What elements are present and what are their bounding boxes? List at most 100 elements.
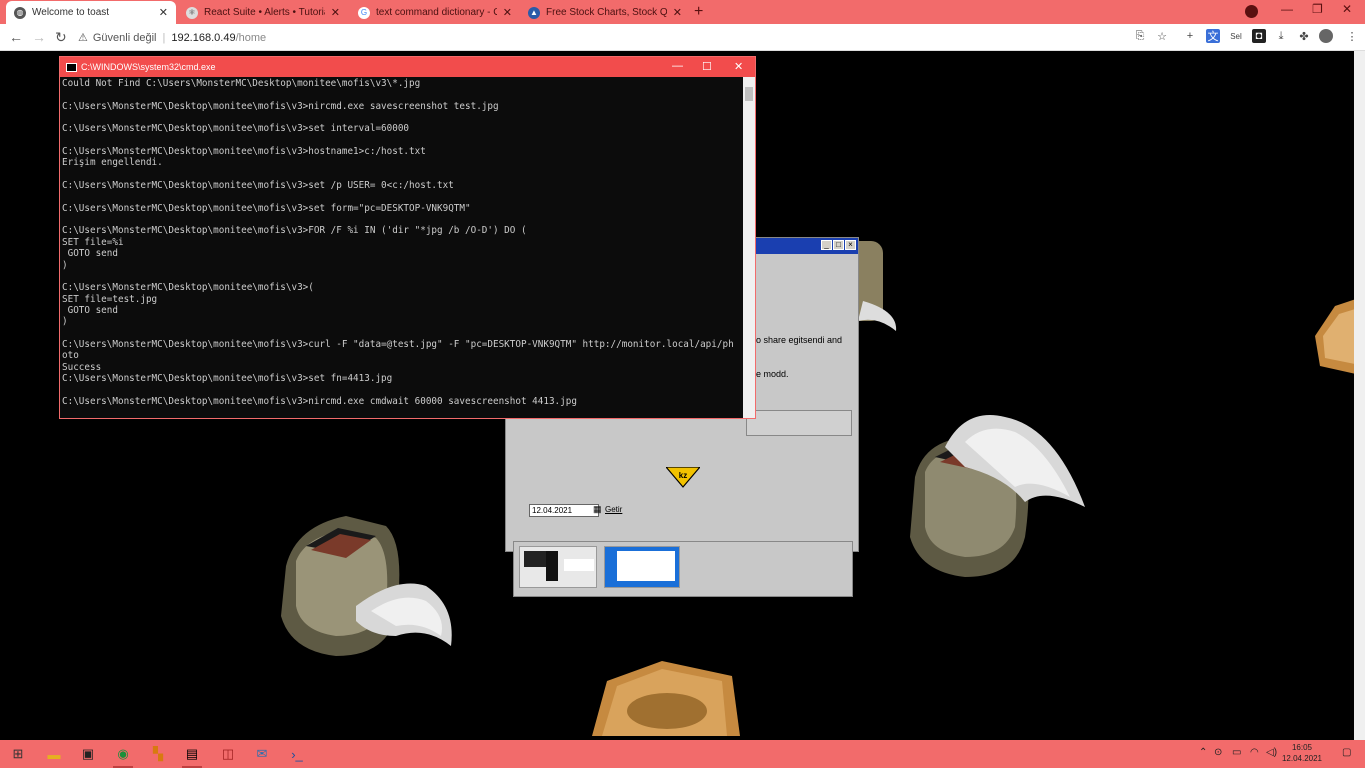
cmd-line: C:\Users\MonsterMC\Desktop\monitee\mofis…: [62, 282, 314, 294]
cmd-line: Success: [62, 361, 102, 373]
cmd-scrollbar[interactable]: [743, 77, 755, 418]
cmd-line: C:\Users\MonsterMC\Desktop\monitee\mofis…: [62, 202, 471, 214]
cmd-title: C:\WINDOWS\system32\cmd.exe: [81, 62, 216, 72]
toast-slice-illustration: [592, 661, 740, 736]
tab-react-suite[interactable]: ⚛ React Suite • Alerts • Tutorialsp ✕: [178, 1, 348, 24]
cmd-line: C:\Users\MonsterMC\Desktop\monitee\mofis…: [62, 180, 454, 192]
cmd-line: ): [62, 316, 68, 328]
avatar[interactable]: [1319, 29, 1333, 43]
screenshot-thumbnail[interactable]: [519, 546, 597, 588]
mail-icon[interactable]: ✉: [252, 744, 272, 764]
extensions-puzzle-icon[interactable]: ✤: [1297, 29, 1311, 43]
cmd-line: [62, 328, 744, 339]
tab-title: Free Stock Charts, Stock Quotes: [546, 7, 667, 18]
calendar-icon[interactable]: ▦: [593, 504, 602, 515]
cmd-line: C:\Users\MonsterMC\Desktop\monitee\mofis…: [62, 123, 410, 135]
tab-title: Welcome to toast: [32, 7, 110, 18]
forward-button[interactable]: →: [32, 29, 46, 45]
screenshot-thumbnail[interactable]: [604, 546, 680, 588]
dialog-minimize-button[interactable]: _: [821, 240, 832, 250]
tab-title: React Suite • Alerts • Tutorialsp: [204, 7, 325, 18]
tab-stock-charts[interactable]: ▲ Free Stock Charts, Stock Quotes ✕: [520, 1, 690, 24]
cmd-line: C:\Users\MonsterMC\Desktop\monitee\mofis…: [62, 338, 734, 350]
terminal-app-icon[interactable]: ▣: [78, 744, 98, 764]
tray-app-icon[interactable]: ⊙: [1214, 747, 1222, 758]
maximize-button[interactable]: ❐: [1312, 2, 1323, 16]
new-tab-button[interactable]: +: [694, 3, 703, 21]
tab-google-search[interactable]: G text command dictionary - Goo ✕: [350, 1, 520, 24]
cmd-line: GOTO send: [62, 304, 118, 316]
cmd-line: [62, 89, 744, 100]
taskbar-clock[interactable]: 16:05 12.04.2021: [1279, 742, 1325, 764]
extension-plus-icon[interactable]: +: [1183, 29, 1197, 43]
flying-toaster-illustration: [910, 415, 1085, 577]
cmd-line: [62, 271, 744, 282]
cmd-line: [62, 191, 744, 202]
taskbar: ⊞ ▬ ▣ ◉ ▚ ▤ ◫ ✉ ›_ ⌃ ⊙ ▭ ◠ ◁) 16:05 12.0…: [0, 740, 1365, 768]
address-separator: |: [162, 31, 166, 44]
sublime-text-icon[interactable]: ▚: [148, 744, 168, 764]
svg-text:kz: kz: [679, 471, 687, 480]
cmd-window: C:\WINDOWS\system32\cmd.exe — ☐ ✕ Could …: [59, 56, 756, 419]
battery-icon[interactable]: ▭: [1232, 747, 1241, 758]
cmd-close-button[interactable]: ✕: [734, 60, 743, 73]
cmd-line: C:\Users\MonsterMC\Desktop\monitee\mofis…: [62, 395, 577, 407]
tab-title: text command dictionary - Goo: [376, 7, 497, 18]
cmd-scroll-thumb[interactable]: [745, 87, 753, 101]
bookmark-star-icon[interactable]: ☆: [1155, 29, 1169, 43]
close-tab-icon[interactable]: ✕: [673, 6, 682, 19]
clock-date: 12.04.2021: [1281, 754, 1323, 763]
cmd-line: GOTO send: [62, 248, 118, 260]
cmd-app-icon[interactable]: ▤: [182, 744, 202, 768]
cmd-line: C:\Users\MonsterMC\Desktop\monitee\mofis…: [62, 225, 527, 237]
cmd-line: oto: [62, 350, 79, 362]
dialog-close-button[interactable]: ×: [845, 240, 856, 250]
cmd-minimize-button[interactable]: —: [672, 60, 683, 72]
dialog-field-box: [746, 410, 852, 436]
close-window-button[interactable]: ✕: [1342, 2, 1352, 16]
terminal-icon: [66, 62, 77, 72]
back-button[interactable]: ←: [9, 29, 23, 45]
warning-icon[interactable]: ⚠: [78, 31, 88, 44]
menu-kebab-icon[interactable]: ⋮: [1345, 29, 1359, 43]
cmd-line: [62, 169, 744, 180]
chart-icon: ▲: [528, 6, 540, 19]
network-icon[interactable]: ◠: [1250, 747, 1259, 758]
translate-icon[interactable]: ⎘: [1133, 29, 1147, 43]
tray-chevron-up-icon[interactable]: ⌃: [1199, 747, 1207, 758]
extension-sel-icon[interactable]: Sel: [1229, 29, 1243, 43]
profile-icon[interactable]: [1245, 5, 1258, 18]
extension-download-icon[interactable]: ⤓: [1274, 29, 1288, 43]
close-tab-icon[interactable]: ✕: [159, 6, 168, 19]
windows-start-icon[interactable]: ⊞: [8, 744, 28, 764]
close-tab-icon[interactable]: ✕: [331, 6, 340, 19]
file-explorer-icon[interactable]: ▬: [44, 744, 64, 764]
powershell-icon[interactable]: ›_: [287, 744, 307, 764]
notifications-icon[interactable]: ▢: [1342, 747, 1351, 758]
cmd-line: Erişim engellendi.: [62, 157, 163, 169]
react-icon: ⚛: [186, 6, 198, 19]
date-input[interactable]: 12.04.2021: [529, 504, 599, 517]
address-path: /home: [235, 31, 267, 44]
cmd-output[interactable]: Could Not Find C:\Users\MonsterMC\Deskto…: [62, 78, 744, 418]
volume-icon[interactable]: ◁): [1266, 747, 1277, 758]
cmd-titlebar: C:\WINDOWS\system32\cmd.exe: [60, 57, 755, 77]
dialog-maximize-button[interactable]: □: [833, 240, 844, 250]
close-tab-icon[interactable]: ✕: [503, 6, 512, 19]
app-window-icon[interactable]: ◫: [218, 744, 238, 764]
minimize-button[interactable]: —: [1281, 2, 1293, 16]
address-host: 192.168.0.49: [171, 31, 236, 44]
cmd-line: [62, 384, 744, 395]
extension-dark-icon[interactable]: ◘: [1252, 29, 1266, 43]
address-bar[interactable]: ⚠ Güvenli değil | 192.168.0.49 /home: [78, 27, 1118, 48]
cmd-maximize-button[interactable]: ☐: [702, 60, 712, 73]
fetch-button[interactable]: Getir: [605, 505, 622, 514]
dialog-text-line-2: e modd.: [756, 369, 789, 379]
cmd-line: ): [62, 259, 68, 271]
page-scrollbar[interactable]: [1354, 51, 1365, 740]
reload-button[interactable]: ↻: [55, 29, 67, 46]
screenshot-thumbnails: [513, 541, 853, 597]
tab-welcome-to-toast[interactable]: ◍ Welcome to toast ✕: [6, 1, 176, 24]
extension-translate-icon[interactable]: 文: [1206, 29, 1220, 43]
chrome-icon[interactable]: ◉: [113, 744, 133, 768]
